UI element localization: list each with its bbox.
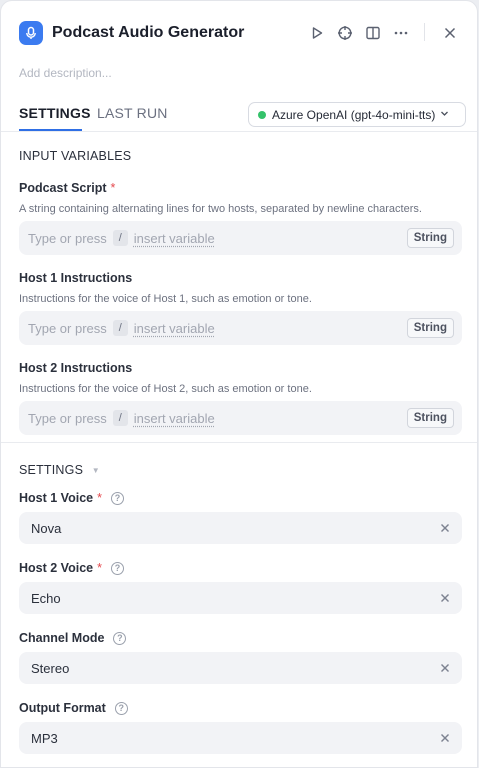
output-format-label: Output Format ? — [19, 701, 128, 715]
host1-instructions-label: Host 1 Instructions — [19, 271, 132, 285]
tab-last-run[interactable]: LAST RUN — [97, 105, 168, 121]
page-title: Podcast Audio Generator — [52, 24, 245, 41]
podcast-script-help: A string containing alternating lines fo… — [19, 203, 422, 215]
model-status-dot — [258, 110, 266, 119]
field-label-text: Output Format — [19, 701, 106, 715]
clear-icon[interactable] — [438, 661, 452, 675]
podcast-script-label: Podcast Script * — [19, 181, 115, 195]
close-icon — [444, 27, 456, 39]
slash-key: / — [112, 230, 128, 246]
host1-instructions-help: Instructions for the voice of Host 1, su… — [19, 293, 312, 305]
host2-voice-label: Host 2 Voice * ? — [19, 561, 124, 575]
microphone-icon — [19, 21, 43, 45]
play-icon — [312, 27, 323, 39]
input-variables-title: INPUT VARIABLES — [19, 149, 132, 163]
slash-key: / — [112, 410, 128, 426]
host1-voice-select[interactable]: Nova — [19, 512, 462, 544]
help-icon[interactable]: ? — [110, 491, 124, 505]
clear-icon[interactable] — [438, 731, 452, 745]
run-button[interactable] — [306, 22, 328, 44]
slash-key: / — [112, 320, 128, 336]
insert-variable-link[interactable]: insert variable — [134, 231, 215, 246]
type-badge: String — [406, 318, 454, 338]
panel-header: Podcast Audio Generator — [1, 1, 477, 65]
help-icon[interactable]: ? — [113, 631, 127, 645]
host2-instructions-help: Instructions for the voice of Host 2, su… — [19, 383, 312, 395]
more-button[interactable] — [390, 22, 412, 44]
clear-icon[interactable] — [438, 521, 452, 535]
caret-down-icon: ▼ — [91, 466, 100, 476]
select-value: MP3 — [31, 730, 58, 746]
select-value: Stereo — [31, 660, 70, 676]
header-divider — [424, 23, 425, 41]
more-icon — [394, 31, 408, 35]
help-icon[interactable]: ? — [114, 701, 128, 715]
host2-instructions-input[interactable]: Type or press / insert variable String — [19, 401, 462, 435]
field-label-text: Host 1 Instructions — [19, 271, 133, 285]
required-marker: * — [97, 491, 102, 505]
field-label-text: Host 2 Instructions — [19, 361, 133, 375]
close-button[interactable] — [439, 22, 461, 44]
host1-instructions-input[interactable]: Type or press / insert variable String — [19, 311, 462, 345]
select-value: Echo — [31, 590, 61, 606]
type-badge: String — [406, 408, 454, 428]
required-marker: * — [110, 181, 116, 195]
field-label-text: Channel Mode — [19, 631, 105, 645]
field-label-text: Host 1 Voice — [19, 491, 94, 505]
node-settings-panel: Podcast Audio Generator Add description.… — [0, 0, 478, 768]
input-placeholder: Type or press — [28, 230, 107, 246]
model-selector[interactable]: Azure OpenAI (gpt-4o-mini-tts) — [248, 102, 466, 127]
channel-mode-label: Channel Mode ? — [19, 631, 127, 645]
section-divider — [1, 442, 477, 443]
insert-variable-link[interactable]: insert variable — [134, 411, 215, 426]
tab-settings[interactable]: SETTINGS — [19, 105, 91, 121]
channel-mode-select[interactable]: Stereo — [19, 652, 462, 684]
tabs-divider — [1, 131, 477, 132]
description-input[interactable]: Add description... — [19, 66, 112, 80]
podcast-script-input[interactable]: Type or press / insert variable String — [19, 221, 462, 255]
output-format-select[interactable]: MP3 — [19, 722, 462, 754]
help-icon[interactable]: ? — [110, 561, 124, 575]
host2-instructions-label: Host 2 Instructions — [19, 361, 132, 375]
select-value: Nova — [31, 520, 62, 536]
type-badge: String — [406, 228, 454, 248]
locate-node-button[interactable] — [334, 22, 356, 44]
input-placeholder: Type or press — [28, 320, 107, 336]
settings-section-toggle[interactable]: SETTINGS ▼ — [19, 463, 100, 477]
field-label-text: Podcast Script — [19, 181, 107, 195]
input-placeholder: Type or press — [28, 410, 107, 426]
split-view-button[interactable] — [362, 22, 384, 44]
insert-variable-link[interactable]: insert variable — [134, 321, 215, 336]
split-view-icon — [366, 26, 380, 40]
crosshair-icon — [338, 26, 352, 40]
host2-voice-select[interactable]: Echo — [19, 582, 462, 614]
model-label: Azure OpenAI (gpt-4o-mini-tts) — [272, 107, 436, 122]
field-label-text: Host 2 Voice — [19, 561, 94, 575]
host1-voice-label: Host 1 Voice * ? — [19, 491, 124, 505]
required-marker: * — [97, 561, 102, 575]
chevron-down-icon — [440, 109, 449, 120]
settings-title: SETTINGS — [19, 463, 84, 477]
clear-icon[interactable] — [438, 591, 452, 605]
